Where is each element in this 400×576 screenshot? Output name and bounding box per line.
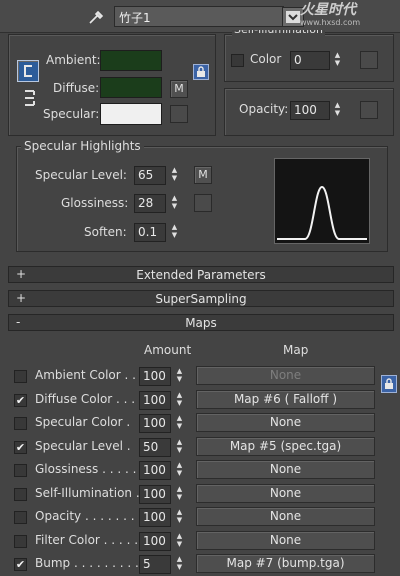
- soften-spinner[interactable]: ▲ ▼: [170, 223, 179, 241]
- rollout-title: Extended Parameters: [136, 268, 266, 282]
- specular-level-m-button[interactable]: M: [194, 166, 212, 184]
- map-amount-field[interactable]: 100: [139, 414, 171, 433]
- map-amount-spinner[interactable]: ▲ ▼: [175, 461, 184, 479]
- map-enable-checkbox[interactable]: ✔: [14, 394, 27, 407]
- maps-lock-icon[interactable]: [381, 375, 397, 393]
- map-amount-field[interactable]: 100: [139, 367, 171, 386]
- amount-column-header: Amount: [144, 343, 192, 357]
- map-slot-button[interactable]: None: [196, 460, 375, 479]
- map-slot-label: Diffuse Color . . .: [35, 392, 136, 406]
- map-slot-button[interactable]: None: [196, 484, 375, 503]
- self-illum-spinner[interactable]: ▲ ▼: [333, 51, 342, 69]
- soften-field[interactable]: 0.1: [134, 223, 166, 242]
- map-enable-checkbox[interactable]: [14, 535, 27, 548]
- self-illum-color-checkbox[interactable]: [231, 54, 244, 67]
- map-enable-checkbox[interactable]: [14, 488, 27, 501]
- glossiness-label: Glossiness:: [61, 196, 129, 210]
- map-slot-label: Bump . . . . . . . . .: [35, 556, 139, 570]
- specular-level-label: Specular Level:: [35, 168, 127, 182]
- highlight-curve-graph: [274, 158, 370, 244]
- specular-level-spinner[interactable]: ▲ ▼: [170, 166, 179, 184]
- map-enable-checkbox[interactable]: [14, 464, 27, 477]
- map-amount-spinner[interactable]: ▲ ▼: [175, 508, 184, 526]
- glossiness-field[interactable]: 28: [134, 194, 166, 213]
- self-illum-color-label: Color: [250, 52, 282, 66]
- map-amount-field[interactable]: 5: [139, 555, 171, 574]
- map-enable-checkbox[interactable]: [14, 417, 27, 430]
- rollout-title: SuperSampling: [155, 292, 247, 306]
- self-illumination-title: Self-Illumination: [232, 30, 325, 38]
- map-slot-button[interactable]: None: [196, 531, 375, 550]
- opacity-field[interactable]: 100: [290, 101, 330, 120]
- map-slot-label: Opacity . . . . . . . .: [35, 509, 143, 523]
- map-slot-label: Ambient Color . .: [35, 368, 136, 382]
- map-enable-checkbox[interactable]: [14, 511, 27, 524]
- glossiness-spinner[interactable]: ▲ ▼: [170, 194, 179, 212]
- map-slot-button[interactable]: Map #5 (spec.tga): [196, 437, 375, 456]
- material-name-field[interactable]: 竹子1: [114, 6, 284, 27]
- map-amount-spinner[interactable]: ▲ ▼: [175, 532, 184, 550]
- map-slot-label: Filter Color . . . . .: [35, 533, 139, 547]
- watermark-url: www.hxsd.com: [300, 18, 361, 27]
- map-slot-label: Glossiness . . . . .: [35, 462, 137, 476]
- specular-color-swatch[interactable]: [100, 103, 162, 125]
- soften-label: Soften:: [84, 225, 127, 239]
- map-slot-label: Specular Level .: [35, 439, 131, 453]
- diffuse-label: Diffuse:: [53, 81, 100, 95]
- map-enable-checkbox[interactable]: [14, 370, 27, 383]
- map-slot-button[interactable]: None: [196, 366, 375, 385]
- map-amount-field[interactable]: 100: [139, 461, 171, 480]
- map-slot-button[interactable]: Map #6 ( Falloff ): [196, 390, 375, 409]
- specular-label: Specular:: [43, 107, 100, 121]
- map-amount-field[interactable]: 50: [139, 438, 171, 457]
- map-column-header: Map: [283, 343, 309, 357]
- ambient-label: Ambient:: [46, 53, 101, 67]
- watermark-logo: 火星时代 www.hxsd.com: [300, 2, 400, 32]
- opacity-spinner[interactable]: ▲ ▼: [333, 101, 342, 119]
- watermark-title: 火星时代: [300, 2, 356, 18]
- specular-highlights-title: Specular Highlights: [21, 139, 144, 153]
- rollout-maps[interactable]: - Maps: [8, 314, 394, 331]
- map-slot-button[interactable]: None: [196, 507, 375, 526]
- map-slot-label: Specular Color .: [35, 415, 131, 429]
- map-slot-label: Self-Illumination .: [35, 486, 140, 500]
- diffuse-color-swatch[interactable]: [100, 77, 162, 98]
- map-amount-spinner[interactable]: ▲ ▼: [175, 485, 184, 503]
- rollout-title: Maps: [185, 316, 217, 330]
- map-amount-spinner[interactable]: ▲ ▼: [175, 414, 184, 432]
- map-amount-field[interactable]: 100: [139, 391, 171, 410]
- rollout-extended-parameters[interactable]: + Extended Parameters: [8, 266, 394, 283]
- map-amount-spinner[interactable]: ▲ ▼: [175, 367, 184, 385]
- map-amount-spinner[interactable]: ▲ ▼: [175, 438, 184, 456]
- map-amount-spinner[interactable]: ▲ ▼: [175, 555, 184, 573]
- map-slot-button[interactable]: None: [196, 413, 375, 432]
- lock-ambient-diffuse-button[interactable]: [17, 60, 39, 82]
- self-illum-value-field[interactable]: 0: [290, 51, 330, 70]
- glossiness-map-button[interactable]: [194, 194, 212, 212]
- map-enable-checkbox[interactable]: ✔: [14, 441, 27, 454]
- map-amount-field[interactable]: 100: [139, 508, 171, 527]
- diffuse-map-m-button[interactable]: M: [170, 80, 188, 98]
- opacity-map-button[interactable]: [360, 101, 378, 119]
- eyedropper-icon[interactable]: [87, 9, 105, 25]
- opacity-label: Opacity:: [239, 102, 289, 116]
- ambient-color-swatch[interactable]: [100, 50, 162, 71]
- map-amount-field[interactable]: 100: [139, 485, 171, 504]
- map-amount-spinner[interactable]: ▲ ▼: [175, 391, 184, 409]
- rollout-supersampling[interactable]: + SuperSampling: [8, 290, 394, 307]
- map-amount-field[interactable]: 100: [139, 532, 171, 551]
- specular-level-field[interactable]: 65: [134, 166, 166, 185]
- map-slot-button[interactable]: Map #7 (bump.tga): [196, 554, 375, 573]
- map-enable-checkbox[interactable]: ✔: [14, 558, 27, 571]
- self-illum-map-button[interactable]: [360, 51, 378, 69]
- lock-diffuse-specular-icon[interactable]: [21, 88, 39, 108]
- specular-map-button[interactable]: [170, 105, 188, 123]
- lock-icon[interactable]: [193, 64, 209, 80]
